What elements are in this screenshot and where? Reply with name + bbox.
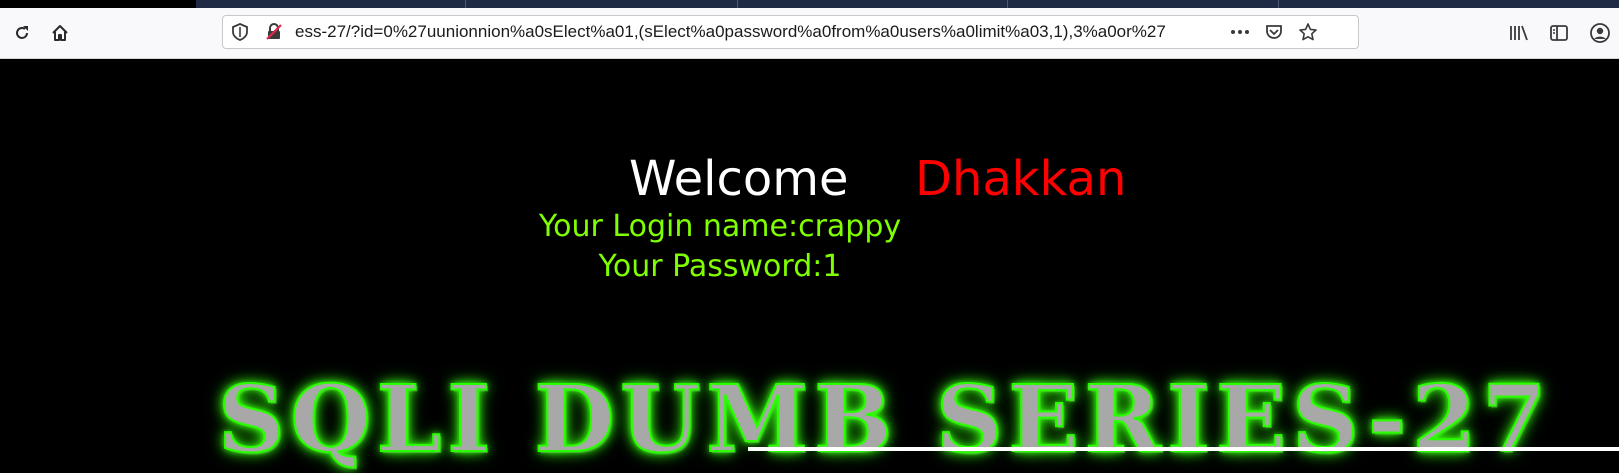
tab-strip <box>196 0 1619 8</box>
account-icon[interactable] <box>1586 19 1614 47</box>
browser-toolbar: ess-27/?id=0%27uunionnion%a0sElect%a01,(… <box>0 8 1619 59</box>
url-text[interactable]: ess-27/?id=0%27uunionnion%a0sElect%a01,(… <box>295 16 1255 48</box>
welcome-row: Welcome Dhakkan <box>0 149 1619 209</box>
more-icon[interactable] <box>1229 21 1251 43</box>
tab-separator <box>737 0 738 8</box>
tab-separator <box>1278 0 1279 8</box>
pocket-icon[interactable] <box>1263 21 1285 43</box>
username-text: Dhakkan <box>915 151 1127 207</box>
insecure-lock-icon[interactable] <box>263 21 285 43</box>
welcome-text: Welcome <box>629 151 849 207</box>
library-icon[interactable] <box>1505 19 1533 47</box>
shield-icon[interactable] <box>229 21 251 43</box>
bookmark-star-icon[interactable] <box>1297 21 1319 43</box>
reload-icon[interactable] <box>8 19 36 47</box>
tab-separator <box>465 0 466 8</box>
banner-underline <box>748 447 1619 451</box>
page-content: Welcome Dhakkan Your Login name:crappy Y… <box>0 59 1619 466</box>
address-bar[interactable]: ess-27/?id=0%27uunionnion%a0sElect%a01,(… <box>222 15 1359 49</box>
sidebar-icon[interactable] <box>1545 19 1573 47</box>
login-name-text: Your Login name:crappy <box>538 209 902 244</box>
password-text: Your Password:1 <box>598 249 842 284</box>
tab-separator <box>1007 0 1008 8</box>
home-icon[interactable] <box>46 19 74 47</box>
